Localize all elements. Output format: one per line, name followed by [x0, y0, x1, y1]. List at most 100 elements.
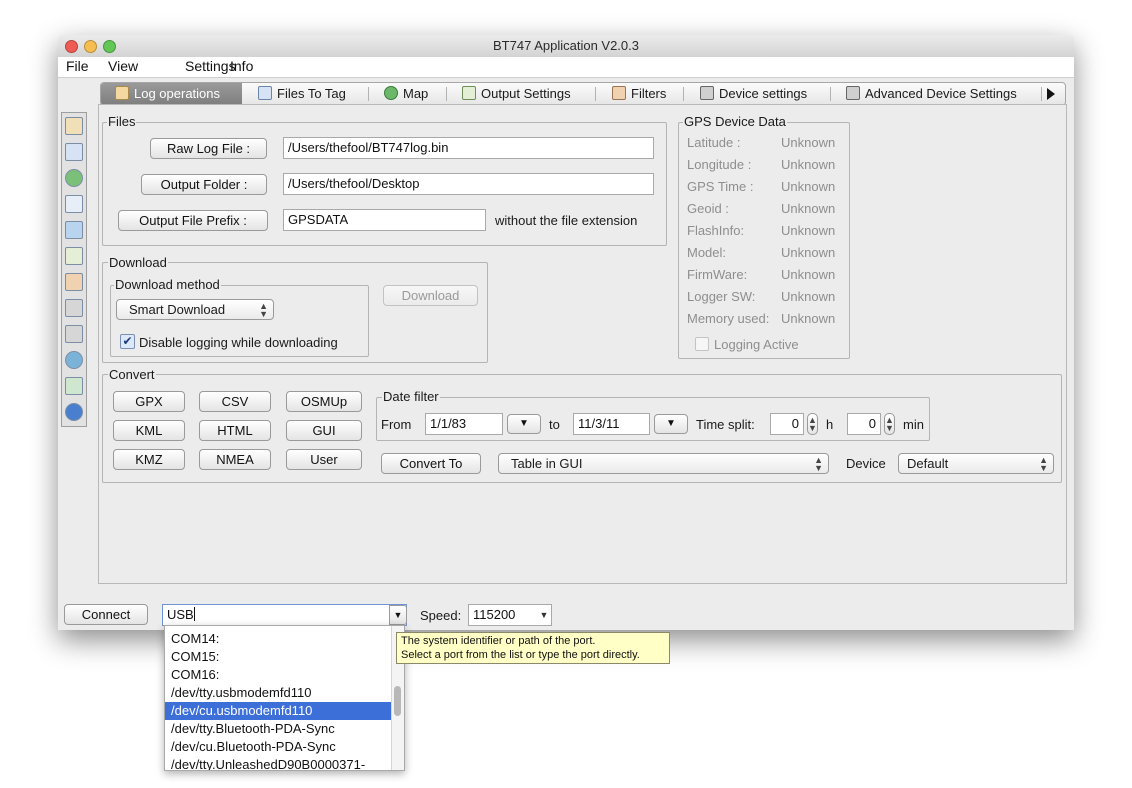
tab-output-settings[interactable]: Output Settings: [462, 83, 571, 105]
gps-logger-sw-label: Logger SW:: [687, 289, 756, 304]
nmea-button[interactable]: NMEA: [199, 449, 271, 470]
scrollbar-thumb[interactable]: [394, 686, 401, 716]
house-icon[interactable]: [65, 117, 83, 135]
port-option[interactable]: COM15:: [165, 648, 391, 666]
tab-separator: [1041, 87, 1042, 101]
icon-sidebar: [61, 112, 87, 427]
gps-flashinfo-value: Unknown: [781, 223, 836, 238]
osmup-button[interactable]: OSMUp: [286, 391, 362, 412]
device-select[interactable]: Default ▲ ▼: [898, 453, 1054, 474]
tab-filters[interactable]: Filters: [612, 83, 666, 105]
to-date-picker-button[interactable]: ▼: [654, 414, 688, 434]
output-icon: [462, 86, 476, 100]
disable-logging-checkbox[interactable]: ✔: [120, 334, 135, 349]
port-option-selected[interactable]: /dev/cu.usbmodemfd110: [165, 702, 391, 720]
output-folder-button[interactable]: Output Folder :: [141, 174, 267, 195]
from-label: From: [381, 417, 412, 432]
gps-latitude-label: Latitude :: [687, 135, 741, 150]
raw-log-file-field[interactable]: /Users/thefool/BT747log.bin: [283, 137, 654, 159]
download-method-select[interactable]: Smart Download ▲ ▼: [116, 299, 274, 320]
convert-legend: Convert: [108, 367, 156, 382]
kml-button[interactable]: KML: [113, 420, 185, 441]
output-file-prefix-button[interactable]: Output File Prefix :: [118, 210, 268, 231]
menu-view[interactable]: View: [108, 58, 138, 74]
info-icon[interactable]: [65, 403, 83, 421]
connect-button[interactable]: Connect: [64, 604, 148, 625]
files-legend: Files: [107, 114, 137, 129]
port-option[interactable]: /dev/tty.usbmodemfd110: [165, 684, 391, 702]
convert-target-select[interactable]: Table in GUI ▲ ▼: [498, 453, 829, 474]
app-window: BT747 Application V2.0.3 File View Setti…: [58, 35, 1074, 630]
tab-bar: Log operations Files To Tag Map Output S…: [100, 82, 1066, 106]
hourglass-icon[interactable]: [65, 273, 83, 291]
logging-active-checkbox[interactable]: [695, 337, 709, 351]
tab-separator: [368, 87, 369, 101]
tab-advanced-device-settings[interactable]: Advanced Device Settings: [846, 83, 1017, 105]
csv-button[interactable]: CSV: [199, 391, 271, 412]
earth-icon[interactable]: [65, 351, 83, 369]
port-option[interactable]: /dev/cu.Bluetooth-PDA-Sync: [165, 738, 391, 756]
port-input[interactable]: USB: [162, 604, 407, 626]
menu-settings[interactable]: Settings: [185, 58, 236, 74]
tab-separator: [595, 87, 596, 101]
output-icon[interactable]: [65, 247, 83, 265]
edit-icon[interactable]: [65, 221, 83, 239]
gps-model-value: Unknown: [781, 245, 836, 260]
convert-to-button[interactable]: Convert To: [381, 453, 481, 474]
date-filter-legend: Date filter: [382, 389, 440, 404]
kmz-button[interactable]: KMZ: [113, 449, 185, 470]
download-button[interactable]: Download: [383, 285, 478, 306]
tab-separator: [446, 87, 447, 101]
port-option[interactable]: /dev/tty.Bluetooth-PDA-Sync: [165, 720, 391, 738]
title-bar: BT747 Application V2.0.3: [58, 35, 1074, 58]
port-option[interactable]: COM16:: [165, 666, 391, 684]
tab-log-operations[interactable]: Log operations: [101, 83, 242, 105]
wrench-icon[interactable]: [65, 299, 83, 317]
gps-memory-used-label: Memory used:: [687, 311, 770, 326]
to-date-field[interactable]: 11/3/11: [573, 413, 650, 435]
user-button[interactable]: User: [286, 449, 362, 470]
minutes-unit-label: min: [903, 417, 924, 432]
raw-log-file-button[interactable]: Raw Log File :: [150, 138, 267, 159]
globe-icon: [384, 86, 398, 100]
tab-device-settings[interactable]: Device settings: [700, 83, 807, 105]
output-file-prefix-field[interactable]: GPSDATA: [283, 209, 486, 231]
gps-latitude-value: Unknown: [781, 135, 836, 150]
speed-dropdown-button[interactable]: ▼: [536, 605, 552, 625]
menu-bar: File View Settings Info: [58, 57, 1074, 78]
minutes-stepper[interactable]: ▲ ▼: [884, 413, 895, 435]
port-option[interactable]: COM14:: [165, 630, 391, 648]
wrench-gear-icon[interactable]: [65, 325, 83, 343]
document-icon[interactable]: [65, 195, 83, 213]
port-tooltip: The system identifier or path of the por…: [396, 632, 670, 664]
export-icon[interactable]: [65, 377, 83, 395]
logging-active-label: Logging Active: [714, 337, 799, 352]
gps-geoid-value: Unknown: [781, 201, 836, 216]
menu-file[interactable]: File: [66, 58, 89, 74]
tab-files-to-tag[interactable]: Files To Tag: [258, 83, 346, 105]
from-date-picker-button[interactable]: ▼: [507, 414, 541, 434]
from-date-field[interactable]: 1/1/83: [425, 413, 503, 435]
tab-scroll-right-icon[interactable]: [1047, 88, 1055, 100]
tab-separator: [683, 87, 684, 101]
menu-info[interactable]: Info: [230, 58, 253, 74]
globe-icon[interactable]: [65, 169, 83, 187]
download-legend: Download: [108, 255, 168, 270]
down-arrow-icon: ▼: [666, 418, 676, 429]
gpx-button[interactable]: GPX: [113, 391, 185, 412]
time-split-hours-field[interactable]: 0: [770, 413, 804, 435]
tab-map[interactable]: Map: [384, 83, 428, 105]
hourglass-icon: [612, 86, 626, 100]
port-option[interactable]: /dev/tty.UnleashedD90B0000371-: [165, 756, 391, 770]
output-folder-field[interactable]: /Users/thefool/Desktop: [283, 173, 654, 195]
gui-button[interactable]: GUI: [286, 420, 362, 441]
files-icon[interactable]: [65, 143, 83, 161]
select-updown-icon: ▲ ▼: [1039, 455, 1048, 473]
speed-label: Speed:: [420, 608, 462, 623]
time-split-minutes-field[interactable]: 0: [847, 413, 881, 435]
html-button[interactable]: HTML: [199, 420, 271, 441]
gps-logger-sw-value: Unknown: [781, 289, 836, 304]
wrench-gear-icon: [846, 86, 860, 100]
port-dropdown-button[interactable]: ▼: [389, 605, 407, 625]
hours-stepper[interactable]: ▲ ▼: [807, 413, 818, 435]
